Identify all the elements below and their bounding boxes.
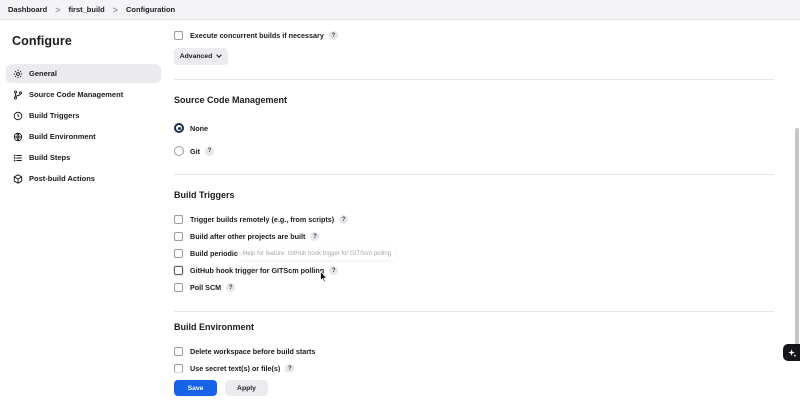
sidebar-item-post-build-actions[interactable]: Post-build Actions <box>6 169 161 188</box>
help-icon[interactable]: ? <box>226 283 236 292</box>
sidebar-item-label: Build Triggers <box>29 111 80 120</box>
build-after-other-projects-checkbox[interactable] <box>174 232 183 241</box>
trigger-option-label[interactable]: Trigger builds remotely (e.g., from scri… <box>190 215 334 224</box>
box-icon <box>13 173 23 184</box>
sparkle-icon <box>787 348 796 357</box>
help-icon[interactable]: ? <box>204 146 214 156</box>
clock-icon <box>13 111 23 121</box>
save-button[interactable]: Save <box>174 380 217 396</box>
delete-workspace-checkbox[interactable] <box>174 347 183 356</box>
breadcrumb-separator: > <box>55 4 61 15</box>
sidebar-item-build-steps[interactable]: Build Steps <box>6 148 161 167</box>
scm-git-radio[interactable] <box>174 146 184 156</box>
sidebar-item-label: Build Steps <box>29 153 71 162</box>
scm-section-title: Source Code Management <box>174 95 288 105</box>
help-icon[interactable]: ? <box>329 266 339 275</box>
gear-icon <box>13 69 23 79</box>
breadcrumb-dashboard[interactable]: Dashboard <box>8 5 47 14</box>
scm-none-radio[interactable] <box>174 123 184 133</box>
scm-option-git: Git ? <box>174 146 214 156</box>
environment-option-label[interactable]: Delete workspace before build starts <box>190 347 315 356</box>
concurrent-builds-label[interactable]: Execute concurrent builds if necessary <box>190 31 324 40</box>
branch-icon <box>13 90 23 100</box>
sidebar-item-label: Source Code Management <box>29 90 124 99</box>
globe-icon <box>13 132 23 142</box>
sidebar: Configure General Source Code Management… <box>0 20 168 401</box>
build-environment-section-title: Build Environment <box>174 322 255 332</box>
scm-option-label[interactable]: Git <box>190 147 200 156</box>
environment-option: Delete workspace before build starts <box>174 347 315 356</box>
sidebar-item-build-environment[interactable]: Build Environment <box>6 127 161 146</box>
help-icon[interactable]: ? <box>339 215 349 224</box>
trigger-option-label[interactable]: GitHub hook trigger for GITScm polling <box>190 266 324 275</box>
list-icon <box>13 153 23 163</box>
concurrent-builds-option: Execute concurrent builds if necessary ? <box>174 31 338 40</box>
sidebar-item-label: Post-build Actions <box>29 174 95 183</box>
build-triggers-section-title: Build Triggers <box>174 190 235 200</box>
sidebar-item-label: General <box>29 69 57 78</box>
sidebar-title: Configure <box>12 34 72 48</box>
github-hook-trigger-checkbox[interactable] <box>174 266 183 275</box>
trigger-remotely-checkbox[interactable] <box>174 215 183 224</box>
sidebar-item-build-triggers[interactable]: Build Triggers <box>6 106 161 125</box>
help-icon[interactable]: ? <box>310 232 320 241</box>
advanced-label: Advanced <box>179 53 213 60</box>
trigger-option: Poll SCM ? <box>174 283 236 292</box>
scrollbar-thumb[interactable] <box>795 128 799 360</box>
breadcrumb-separator: > <box>112 4 118 15</box>
main-content: Execute concurrent builds if necessary ?… <box>174 20 774 401</box>
sidebar-item-label: Build Environment <box>29 132 96 141</box>
concurrent-builds-checkbox[interactable] <box>174 31 183 40</box>
help-icon[interactable]: ? <box>328 31 338 40</box>
help-tooltip: Help for feature: GitHub hook trigger fo… <box>238 248 397 260</box>
trigger-option: Trigger builds remotely (e.g., from scri… <box>174 215 349 224</box>
trigger-option-label[interactable]: Poll SCM <box>190 283 221 292</box>
trigger-option: Build after other projects are built ? <box>174 232 320 241</box>
poll-scm-checkbox[interactable] <box>174 283 183 292</box>
breadcrumb: Dashboard > first_build > Configuration <box>0 0 800 20</box>
scm-option-label[interactable]: None <box>190 124 208 133</box>
scm-option-none: None <box>174 123 208 133</box>
sidebar-item-general[interactable]: General <box>6 64 161 83</box>
trigger-option-label[interactable]: Build after other projects are built <box>190 232 305 241</box>
sidebar-item-source-code-management[interactable]: Source Code Management <box>6 85 161 104</box>
chevron-down-icon <box>216 53 223 60</box>
section-divider <box>174 311 774 312</box>
action-bar: Save Apply <box>168 372 768 401</box>
assistant-sparkle-button[interactable] <box>783 344 800 361</box>
section-divider <box>174 174 774 175</box>
mouse-cursor-icon <box>320 271 328 283</box>
apply-button[interactable]: Apply <box>225 380 268 396</box>
advanced-button[interactable]: Advanced <box>174 48 228 65</box>
trigger-option: GitHub hook trigger for GITScm polling ? <box>174 266 339 275</box>
section-divider <box>174 79 774 80</box>
breadcrumb-configuration[interactable]: Configuration <box>126 5 175 14</box>
build-periodically-checkbox[interactable] <box>174 249 183 258</box>
breadcrumb-first-build[interactable]: first_build <box>68 5 104 14</box>
